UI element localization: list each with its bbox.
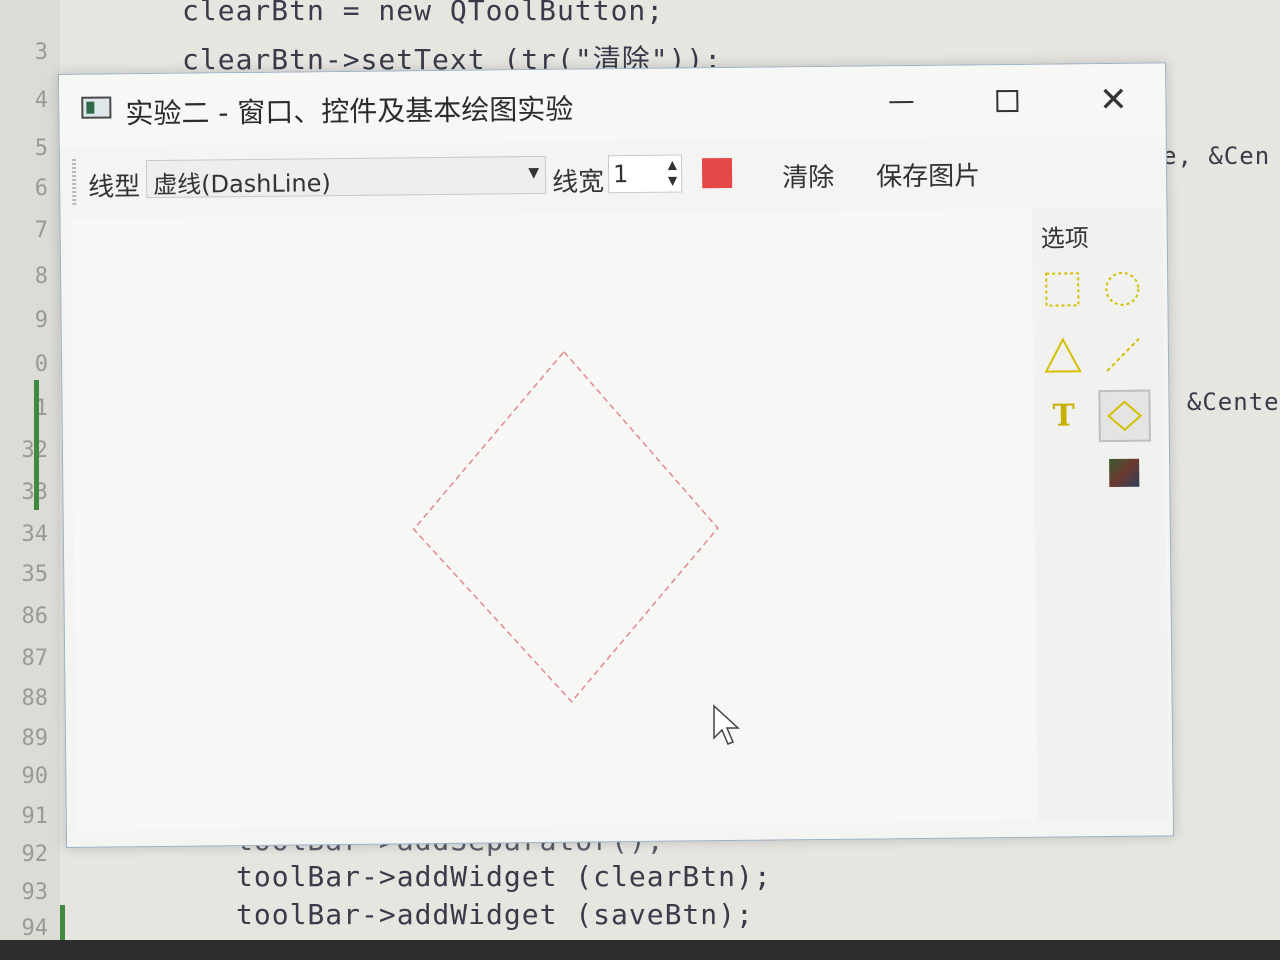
- window-title: 实验二 - 窗口、控件及基本绘图实验: [125, 92, 574, 131]
- save-image-button[interactable]: 保存图片: [876, 155, 980, 193]
- options-panel: 选项 T: [1032, 207, 1169, 821]
- line-number: 1: [34, 396, 48, 421]
- line-number: 3: [34, 40, 48, 65]
- minimize-button[interactable]: [871, 80, 931, 125]
- line-number: 8: [34, 264, 48, 289]
- line-number: 86: [21, 604, 49, 629]
- line-width-label: 线宽: [552, 167, 605, 198]
- minimize-icon: [889, 101, 914, 104]
- code-line: clearBtn = new QToolButton;: [182, 0, 665, 27]
- triangle-icon: [1044, 337, 1082, 373]
- line-number: 34: [21, 522, 49, 547]
- code-fragment: , &Cente: [1156, 388, 1280, 416]
- line-number: 92: [21, 842, 49, 867]
- line-number: 87: [21, 646, 49, 671]
- pen-color-button[interactable]: [701, 157, 733, 189]
- rectangle-tool-button[interactable]: [1039, 266, 1085, 312]
- line-number: 89: [21, 726, 49, 751]
- line-number: 6: [34, 176, 48, 201]
- spin-down-arrow-icon[interactable]: ▼: [668, 174, 677, 188]
- line-number: 35: [21, 562, 49, 587]
- toolbar-grip-handle[interactable]: [71, 158, 77, 205]
- line-width-spinbox[interactable]: 1 ▲ ▼: [607, 154, 683, 194]
- mouse-cursor-icon: [713, 704, 740, 745]
- triangle-tool-button[interactable]: [1040, 332, 1086, 378]
- line-width-value: 1: [612, 160, 629, 189]
- diamond-icon: [1107, 400, 1143, 432]
- line-number: 88: [21, 686, 49, 711]
- line-tool-button[interactable]: [1100, 332, 1146, 378]
- diamond-tool-button[interactable]: [1098, 389, 1151, 443]
- options-title: 选项: [1040, 224, 1089, 253]
- line-style-label: 线型: [88, 172, 141, 203]
- text-tool-button[interactable]: T: [1040, 392, 1086, 438]
- code-line: toolBar->addWidget (clearBtn);: [236, 860, 772, 893]
- text-icon: T: [1052, 397, 1075, 434]
- clear-button[interactable]: 清除: [782, 157, 834, 195]
- ellipse-icon: [1105, 271, 1140, 306]
- gutter-change-marker: [34, 380, 39, 510]
- line-style-value: 虚线(DashLine): [153, 169, 331, 200]
- app-icon: [81, 96, 112, 119]
- maximize-button[interactable]: [977, 79, 1037, 124]
- close-icon: ✕: [1098, 79, 1128, 121]
- ellipse-tool-button[interactable]: [1099, 266, 1145, 312]
- rectangle-icon: [1045, 272, 1080, 307]
- line-number: 90: [21, 764, 49, 789]
- line-number: 7: [34, 218, 48, 243]
- title-bar[interactable]: 实验二 - 窗口、控件及基本绘图实验 ✕: [59, 63, 1166, 147]
- line-number: 32: [0, 438, 49, 463]
- drawing-canvas[interactable]: [70, 208, 1037, 831]
- image-tool-button[interactable]: [1101, 450, 1147, 496]
- drawing-window: 实验二 - 窗口、控件及基本绘图实验 ✕ 线型 虚线(DashLine) ▼ 线…: [58, 62, 1175, 848]
- line-number: 5: [34, 136, 48, 161]
- line-number: 91: [21, 804, 49, 829]
- line-number: 0: [34, 352, 48, 377]
- line-number: 4: [34, 88, 48, 113]
- toolbar: 线型 虚线(DashLine) ▼ 线宽 1 ▲ ▼ 清除 保存图片: [68, 139, 1159, 212]
- image-icon: [1109, 458, 1140, 488]
- canvas-svg: [412, 350, 719, 703]
- line-icon: [1106, 337, 1140, 372]
- spin-up-arrow-icon[interactable]: ▲: [668, 158, 677, 172]
- close-button[interactable]: ✕: [1083, 78, 1143, 123]
- chevron-down-icon: ▼: [528, 164, 540, 182]
- maximize-icon: [996, 89, 1019, 113]
- line-number: 9: [34, 308, 48, 333]
- code-fragment: e, &Cen: [1162, 142, 1271, 170]
- line-number: 94: [21, 916, 49, 941]
- diamond-shape: [412, 350, 719, 703]
- line-style-combobox[interactable]: 虚线(DashLine) ▼: [145, 155, 547, 200]
- taskbar-edge: [0, 940, 1280, 960]
- code-line: toolBar->addWidget (saveBtn);: [236, 898, 754, 931]
- line-number: 33: [0, 480, 49, 505]
- line-number-gutter: 3 4 5 6 7 8 9 0 1 32 33 34 35 86 87 88 8…: [0, 0, 60, 960]
- line-number: 93: [21, 880, 49, 905]
